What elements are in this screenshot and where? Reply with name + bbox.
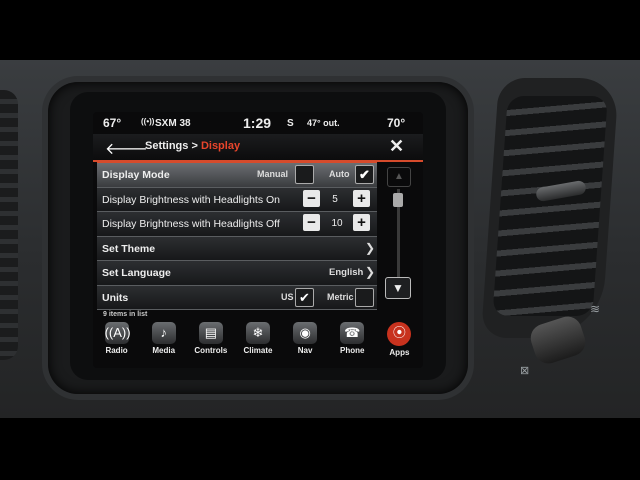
chevron-right-icon: ❯	[365, 265, 376, 279]
app-climate[interactable]: ❄ Climate	[234, 320, 281, 366]
app-media[interactable]: ♪ Media	[140, 320, 187, 366]
controls-icon: ▤	[198, 322, 223, 344]
app-label: Phone	[340, 346, 365, 355]
scroll-thumb[interactable]	[393, 193, 403, 207]
right-air-vent	[480, 78, 620, 338]
breadcrumb-current: Display	[200, 140, 241, 152]
compass-heading: S	[287, 117, 294, 129]
metric-label: Metric	[327, 291, 354, 302]
passenger-temperature[interactable]: 70°	[387, 116, 405, 130]
auto-checkbox-checked[interactable]: ✔	[355, 165, 374, 184]
app-bar: ((A)) Radio ♪ Media ▤ Controls ❄ Climate ◉ Na…	[93, 320, 423, 366]
list-count: 9 items in list	[103, 311, 148, 318]
app-nav[interactable]: ◉ Nav	[282, 320, 329, 366]
climate-icon: ❄	[245, 322, 270, 344]
radio-icon: ((A))	[104, 322, 131, 344]
scroll-down-icon[interactable]: ▼	[385, 277, 411, 299]
row-label: Set Theme	[102, 242, 156, 255]
manual-checkbox[interactable]	[295, 165, 314, 184]
increase-button[interactable]: +	[353, 189, 370, 207]
auto-label: Auto	[329, 169, 350, 179]
seat-heat-icon: ≋	[590, 302, 601, 316]
row-display-mode[interactable]: Display Mode Manual Auto ✔	[97, 162, 377, 188]
back-arrow-icon[interactable]: 🡐	[105, 138, 148, 159]
app-radio[interactable]: ((A)) Radio	[93, 320, 140, 366]
increase-button[interactable]: +	[353, 214, 370, 231]
row-set-language[interactable]: Set Language English ❯	[97, 261, 377, 286]
app-label: Controls	[194, 346, 228, 355]
phone-icon: ☎	[340, 322, 365, 344]
row-units: Units US ✔ Metric	[97, 285, 377, 310]
letterbox-bottom	[0, 418, 640, 480]
radio-station: SXM 38	[155, 117, 191, 129]
outside-temperature: 47° out.	[307, 118, 340, 128]
app-label: Nav	[297, 346, 313, 355]
letterbox-top	[0, 0, 640, 60]
us-checkbox-checked[interactable]: ✔	[295, 287, 314, 307]
decrease-button[interactable]: −	[303, 214, 320, 231]
app-label: Climate	[243, 346, 273, 355]
clock: 1:29	[243, 115, 272, 131]
app-apps[interactable]: ⦿ Apps	[376, 320, 423, 366]
chevron-right-icon: ❯	[365, 240, 376, 255]
us-label: US	[281, 291, 294, 302]
left-air-vent	[0, 90, 18, 360]
satellite-icon: ((•))	[141, 117, 155, 126]
close-icon[interactable]: ✕	[389, 136, 404, 157]
row-label: Display Brightness with Headlights On	[102, 193, 280, 206]
breadcrumb: Settings > Display	[145, 140, 240, 152]
app-controls[interactable]: ▤ Controls	[187, 320, 234, 366]
row-set-theme[interactable]: Set Theme ❯	[97, 236, 377, 261]
brightness-value: 5	[332, 193, 338, 205]
app-label: Radio	[105, 346, 128, 355]
row-label: Display Brightness with Headlights Off	[102, 218, 280, 230]
manual-label: Manual	[257, 169, 289, 179]
driver-temperature[interactable]: 67°	[103, 116, 121, 130]
status-bar: 67° ((•)) SXM 38 1:29 S 47° out. 70°	[93, 112, 423, 134]
app-phone[interactable]: ☎ Phone	[329, 320, 376, 366]
nav-icon: ◉	[293, 322, 318, 344]
language-value: English	[329, 267, 364, 278]
scrollbar[interactable]: ▲ ▼	[385, 167, 413, 302]
app-label: Media	[152, 346, 176, 355]
row-label: Units	[102, 291, 129, 304]
app-label: Apps	[389, 348, 410, 357]
apps-icon: ⦿	[387, 322, 412, 346]
row-label: Set Language	[102, 267, 171, 279]
metric-checkbox[interactable]	[355, 287, 374, 307]
row-brightness-headlights-off: Display Brightness with Headlights Off −…	[97, 212, 377, 237]
row-label: Display Mode	[102, 169, 170, 181]
decrease-button[interactable]: −	[303, 189, 320, 207]
brightness-value: 10	[331, 218, 343, 229]
media-icon: ♪	[151, 322, 176, 344]
title-bar: 🡐 Settings > Display ✕	[93, 134, 423, 162]
lock-icon: ⊠	[520, 365, 530, 377]
settings-list: Display Mode Manual Auto ✔ Display Brigh…	[97, 162, 377, 310]
breadcrumb-parent[interactable]: Settings >	[145, 140, 198, 152]
infotainment-screen: 67° ((•)) SXM 38 1:29 S 47° out. 70° 🡐 S…	[93, 112, 423, 368]
scroll-up-icon[interactable]: ▲	[387, 167, 411, 187]
vent-slats	[492, 96, 608, 316]
row-brightness-headlights-on: Display Brightness with Headlights On − …	[97, 187, 377, 212]
